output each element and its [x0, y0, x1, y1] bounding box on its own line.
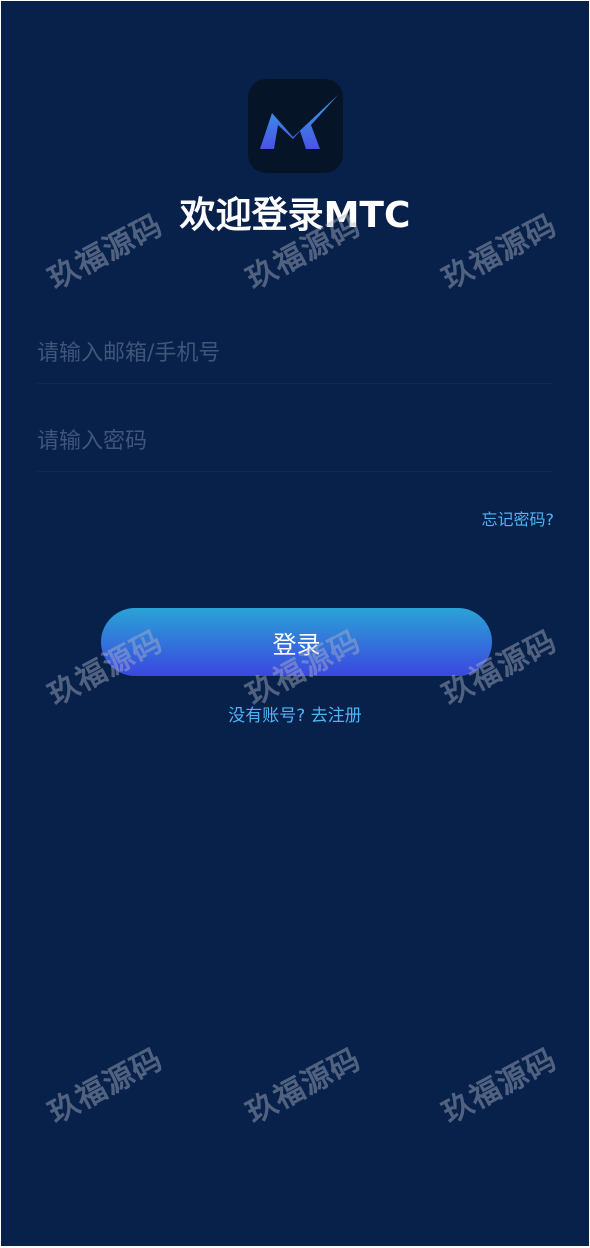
email-input[interactable] — [37, 323, 553, 383]
app-logo — [248, 79, 343, 173]
login-screen: 欢迎登录MTC 忘记密码? 登录 没有账号? 去注册 玖福源码 玖福源码 玖福源… — [1, 1, 589, 1246]
forgot-password-link[interactable]: 忘记密码? — [482, 509, 555, 531]
register-link[interactable]: 没有账号? 去注册 — [1, 704, 589, 728]
login-button[interactable]: 登录 — [101, 608, 492, 676]
page-title: 欢迎登录MTC — [179, 195, 411, 236]
email-field — [37, 323, 553, 384]
watermark: 玖福源码 — [240, 1041, 367, 1131]
mtc-logo-icon — [260, 95, 338, 149]
watermark: 玖福源码 — [42, 1041, 169, 1131]
password-field — [37, 411, 553, 472]
password-input[interactable] — [37, 411, 553, 471]
watermark: 玖福源码 — [436, 1041, 563, 1131]
